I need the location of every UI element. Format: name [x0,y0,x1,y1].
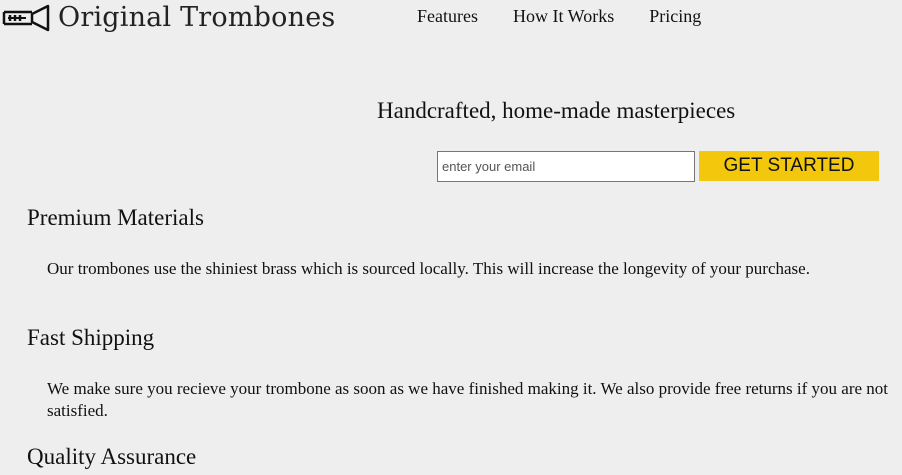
hero-title: Handcrafted, home-made masterpieces [377,98,736,123]
feature-description: We make sure you recieve your trombone a… [47,379,889,420]
feature-description: Our trombones use the shiniest brass whi… [47,259,810,278]
nav-link-pricing[interactable]: Pricing [649,6,701,27]
brand-name: Original Trombones [58,1,336,33]
signup-form: GET STARTED [437,150,879,182]
feature-fast-shipping: Fast Shipping We make sure you recieve y… [27,325,892,422]
email-input[interactable] [437,151,695,182]
get-started-button[interactable]: GET STARTED [699,150,879,181]
feature-title: Fast Shipping [27,325,155,350]
feature-quality-assurance: Quality Assurance [27,444,892,470]
feature-title: Quality Assurance [27,444,197,469]
nav-link-how-it-works[interactable]: How It Works [513,6,614,27]
main-nav: Features How It Works Pricing [417,6,736,27]
trombone-icon [2,4,50,32]
feature-title: Premium Materials [27,205,204,230]
nav-link-features[interactable]: Features [417,6,478,27]
brand-logo[interactable]: Original Trombones [0,0,335,36]
feature-premium-materials: Premium Materials Our trombones use the … [27,205,892,280]
